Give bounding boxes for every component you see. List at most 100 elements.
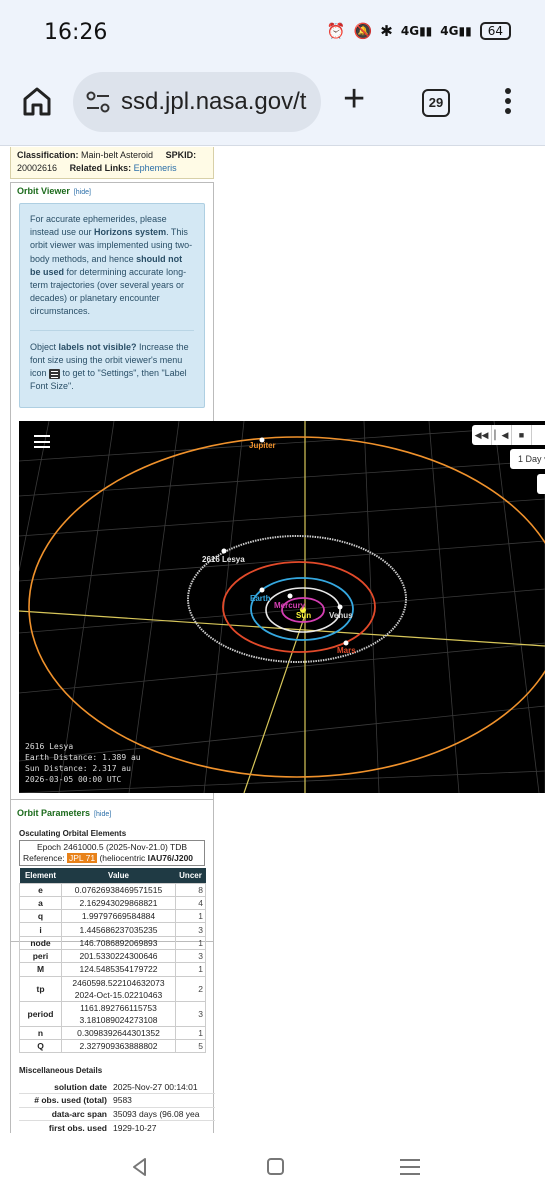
element-value: 1.99797669584884 bbox=[61, 909, 176, 924]
table-row: first obs. used 1929-10-27 bbox=[19, 1120, 215, 1133]
element-value: 1161.892766115753 3.181089024273108 bbox=[61, 1000, 176, 1027]
url-text: ssd.jpl.nasa.gov/t bbox=[121, 88, 307, 115]
misc-details-table: solution date 2025-Nov-27 00:14:01 # obs. … bbox=[19, 1080, 215, 1133]
element-uncertainty: 1 bbox=[175, 1025, 206, 1040]
element-value: 146.7086892069893 bbox=[61, 935, 176, 950]
value-line: 1161.892766115753 bbox=[80, 1002, 157, 1013]
element-value: 2.327909363888802 bbox=[61, 1038, 176, 1054]
reference-label: Reference: bbox=[23, 853, 67, 863]
ephemeris-link[interactable]: Ephemeris bbox=[134, 163, 177, 173]
asteroid-marker bbox=[221, 548, 227, 554]
element-value: 124.5485354179722 bbox=[61, 962, 176, 977]
status-icons: ⏰ 🔕 ✱ 4G▮▮ 4G▮▮ 64 bbox=[327, 22, 511, 40]
stop-icon[interactable]: ■ bbox=[512, 425, 532, 445]
element-value: 2460598.522104632073 2024-Oct-15.02210463 bbox=[61, 975, 176, 1002]
info-box: For accurate ephemerides, please instead… bbox=[19, 203, 205, 408]
reference-line: Reference: JPL 71 (heliocentric IAU76/J2… bbox=[23, 853, 201, 864]
element-uncertainty: 3 bbox=[175, 1000, 206, 1027]
venus-marker bbox=[337, 604, 343, 610]
browser-toolbar: ssd.jpl.nasa.gov/t + 29 bbox=[0, 64, 545, 146]
value-line: 2460598.522104632073 bbox=[72, 977, 165, 988]
info-emphasis: labels not visible? bbox=[58, 341, 137, 352]
address-bar[interactable]: ssd.jpl.nasa.gov/t bbox=[73, 72, 321, 132]
detail-label: data-arc span bbox=[19, 1107, 113, 1122]
viewer-menu-icon[interactable] bbox=[34, 435, 50, 448]
table-row: a 2.162943029868821 4 bbox=[19, 895, 206, 911]
site-settings-icon[interactable] bbox=[85, 90, 111, 114]
table-row: node 146.7086892069893 1 bbox=[19, 935, 206, 950]
element-name: period bbox=[19, 1000, 62, 1027]
readout-sun-distance: Sun Distance: 2.317 au bbox=[25, 764, 131, 773]
step-size-value: 1 Day bbox=[518, 454, 542, 464]
rewind-icon[interactable]: ◀◀ bbox=[472, 425, 492, 445]
orbit-diagram: Jupiter 2616 Lesya Earth Mercury Sun Ven… bbox=[19, 421, 545, 793]
epoch-line: Epoch 2461000.5 (2025-Nov-21.0) TDB bbox=[36, 842, 188, 852]
misc-details-title: Miscellaneous Details bbox=[19, 1066, 103, 1075]
elements-table: Element Value Uncer e 0.07626938469571515… bbox=[19, 868, 206, 1054]
clock: 16:26 bbox=[44, 20, 108, 45]
info-paragraph: For accurate ephemerides, please instead… bbox=[30, 213, 194, 319]
overflow-menu-icon[interactable] bbox=[502, 88, 514, 118]
table-row: q 1.99797669584884 1 bbox=[19, 909, 206, 924]
new-tab-button[interactable]: + bbox=[343, 80, 365, 118]
play-icon[interactable] bbox=[532, 425, 545, 445]
table-row: M 124.5485354179722 1 bbox=[19, 962, 206, 977]
element-name: e bbox=[19, 882, 62, 897]
column-header: Value bbox=[61, 868, 176, 883]
detail-value: 9583 bbox=[113, 1093, 215, 1108]
status-bar: 16:26 ⏰ 🔕 ✱ 4G▮▮ 4G▮▮ 64 bbox=[0, 0, 545, 64]
element-value: 2.162943029868821 bbox=[61, 895, 176, 911]
mars-marker bbox=[343, 640, 349, 646]
sun-label: Sun bbox=[296, 611, 311, 620]
detail-label: solution date bbox=[19, 1080, 113, 1095]
element-name: n bbox=[19, 1025, 62, 1040]
divider bbox=[30, 329, 194, 331]
home-nav-icon[interactable] bbox=[267, 1158, 284, 1175]
element-value: 0.3098392644301352 bbox=[61, 1025, 176, 1040]
detail-value: 2025-Nov-27 00:14:01 bbox=[113, 1080, 215, 1095]
hide-link[interactable]: [hide] bbox=[74, 189, 91, 196]
solution-badge: JPL 71 bbox=[66, 853, 98, 863]
step-back-icon[interactable]: ▏◀ bbox=[492, 425, 512, 445]
section-title: Orbit Parameters [hide] bbox=[17, 808, 111, 818]
object-summary: Classification: Main-belt Asteroid SPKID… bbox=[10, 147, 214, 179]
element-value: 0.07626938469571515 bbox=[61, 882, 176, 897]
recents-icon[interactable] bbox=[400, 1159, 420, 1175]
readout-object: 2616 Lesya bbox=[25, 742, 74, 751]
element-uncertainty: 8 bbox=[175, 882, 206, 897]
column-header: Element bbox=[19, 868, 62, 883]
element-name: a bbox=[19, 895, 62, 911]
detail-label: first obs. used bbox=[19, 1120, 113, 1133]
classification-value: Main-belt Asteroid bbox=[81, 150, 154, 160]
reference-frame: IAU76/J200 bbox=[147, 853, 194, 863]
step-size-select[interactable]: 1 Day ▾ bbox=[510, 449, 545, 469]
element-value: 1.445686237035235 bbox=[61, 922, 176, 937]
classification-label: Classification: bbox=[17, 150, 79, 160]
element-value: 201.5330224300646 bbox=[61, 948, 176, 964]
signal-icon-2: 4G▮▮ bbox=[440, 24, 472, 38]
spkid-label: SPKID: bbox=[165, 150, 197, 160]
jupiter-label: Jupiter bbox=[249, 441, 276, 450]
orbit-viewer-title: Orbit Viewer bbox=[17, 186, 70, 196]
table-row: peri 201.5330224300646 3 bbox=[19, 948, 206, 964]
viewer-side-button[interactable] bbox=[537, 474, 545, 494]
detail-label: # obs. used (total) bbox=[19, 1093, 113, 1108]
hide-link[interactable]: [hide] bbox=[94, 811, 111, 818]
home-icon[interactable] bbox=[20, 84, 54, 118]
detail-value: 35093 days (96.08 yea bbox=[113, 1107, 215, 1122]
venus-label: Venus bbox=[329, 611, 353, 620]
readout-date: 2026-03-05 00:00 UTC bbox=[25, 775, 122, 784]
mars-label: Mars bbox=[337, 646, 356, 655]
back-icon[interactable] bbox=[130, 1157, 150, 1177]
reference-text: (heliocentric bbox=[97, 853, 148, 863]
table-row: solution date 2025-Nov-27 00:14:01 bbox=[19, 1080, 215, 1095]
element-name: i bbox=[19, 922, 62, 937]
table-row: n 0.3098392644301352 1 bbox=[19, 1025, 206, 1040]
orbit-viewer-canvas[interactable]: Jupiter 2616 Lesya Earth Mercury Sun Ven… bbox=[19, 421, 545, 793]
tab-switcher-button[interactable]: 29 bbox=[422, 89, 450, 117]
horizons-link[interactable]: Horizons system bbox=[94, 227, 166, 237]
element-name: M bbox=[19, 962, 62, 977]
table-header-row: Element Value Uncer bbox=[19, 868, 206, 883]
page-content: Classification: Main-belt Asteroid SPKID… bbox=[0, 147, 545, 1133]
element-name: q bbox=[19, 909, 62, 924]
